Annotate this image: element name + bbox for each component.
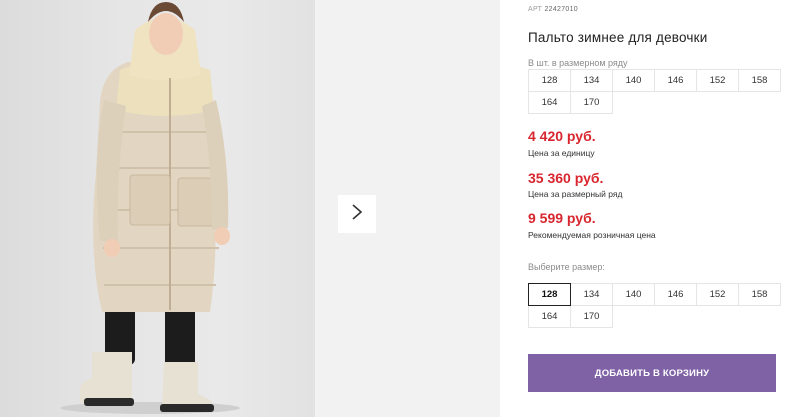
- retail-price: 9 599 руб.: [528, 210, 596, 226]
- row-sizes-label: В шт. в размерном ряду: [528, 58, 628, 68]
- row-size-cell-164: 164: [528, 91, 571, 114]
- size-option-146[interactable]: 146: [654, 283, 697, 306]
- row-size-cell-152: 152: [696, 69, 739, 92]
- sku-value: 22427010: [544, 6, 578, 13]
- gallery-next-button[interactable]: [338, 195, 376, 233]
- size-picker-label: Выберите размер:: [528, 262, 605, 272]
- row-price-note: Цена за размерный ряд: [528, 189, 623, 199]
- size-option-128[interactable]: 128: [528, 283, 571, 306]
- product-sku: АРТ 22427010: [528, 6, 578, 13]
- row-size-cell-146: 146: [654, 69, 697, 92]
- row-size-cell-140: 140: [612, 69, 655, 92]
- size-picker-grid: 128 134 140 146 152 158 164 170: [528, 283, 781, 328]
- unit-price-note: Цена за единицу: [528, 148, 595, 158]
- size-option-170[interactable]: 170: [570, 305, 613, 328]
- chevron-right-icon: [351, 203, 363, 226]
- row-sizes-grid: 128 134 140 146 152 158 164 170: [528, 69, 781, 114]
- size-option-134[interactable]: 134: [570, 283, 613, 306]
- add-to-cart-button[interactable]: ДОБАВИТЬ В КОРЗИНУ: [528, 354, 776, 392]
- size-option-140[interactable]: 140: [612, 283, 655, 306]
- row-size-cell-158: 158: [738, 69, 781, 92]
- product-photo-illustration: [60, 2, 240, 414]
- retail-price-note: Рекомендуемая розничная цена: [528, 230, 656, 240]
- size-option-158[interactable]: 158: [738, 283, 781, 306]
- size-option-152[interactable]: 152: [696, 283, 739, 306]
- unit-price: 4 420 руб.: [528, 128, 596, 144]
- product-photo[interactable]: [0, 0, 315, 417]
- row-size-cell-170: 170: [570, 91, 613, 114]
- row-size-cell-128: 128: [528, 69, 571, 92]
- product-title: Пальто зимнее для девочки: [528, 30, 708, 45]
- row-size-cell-134: 134: [570, 69, 613, 92]
- sku-prefix: АРТ: [528, 6, 543, 13]
- size-option-164[interactable]: 164: [528, 305, 571, 328]
- row-price: 35 360 руб.: [528, 170, 604, 186]
- product-gallery: [0, 0, 500, 417]
